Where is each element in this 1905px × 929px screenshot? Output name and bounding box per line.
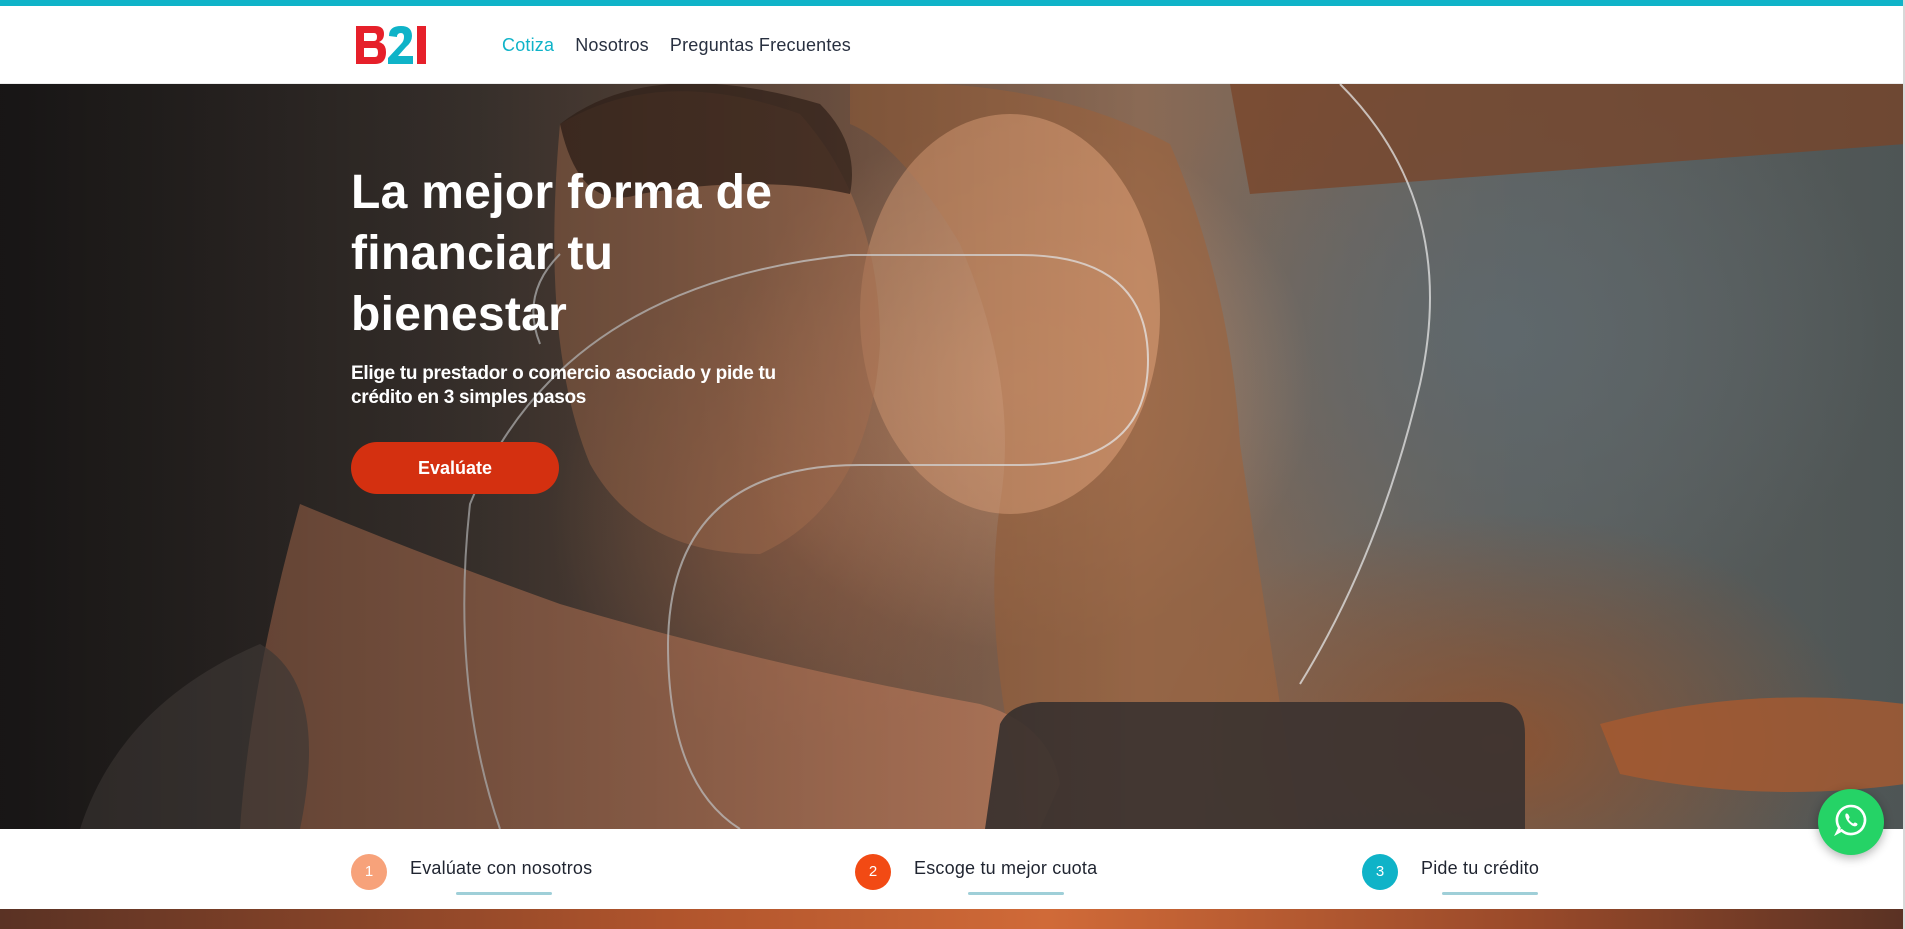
- nav-link-preguntas-frecuentes[interactable]: Preguntas Frecuentes: [670, 35, 851, 56]
- step-2-underline: [968, 892, 1064, 895]
- step-1-underline: [456, 892, 552, 895]
- b2i-logo[interactable]: [351, 20, 443, 70]
- page: Cotiza Nosotros Preguntas Frecuentes La …: [0, 0, 1905, 929]
- next-section-preview: [0, 909, 1905, 929]
- hero-section: La mejor forma de financiar tu bienestar…: [0, 84, 1905, 829]
- hero-overlay: [0, 84, 1905, 829]
- hero-title: La mejor forma de financiar tu bienestar: [351, 166, 773, 341]
- step-3-label: Pide tu crédito: [1421, 858, 1540, 878]
- step-2-number: 2: [855, 854, 891, 890]
- steps-bar: 1 Evalúate con nosotros 2 Escoge tu mejo…: [0, 829, 1905, 909]
- nav-link-nosotros[interactable]: Nosotros: [575, 35, 649, 56]
- step-3-underline: [1442, 892, 1538, 895]
- nav-link-cotiza[interactable]: Cotiza: [502, 35, 554, 56]
- step-2-label: Escoge tu mejor cuota: [914, 858, 1098, 878]
- whatsapp-icon: [1833, 802, 1869, 843]
- whatsapp-button[interactable]: [1818, 789, 1884, 855]
- header: Cotiza Nosotros Preguntas Frecuentes: [0, 6, 1905, 84]
- step-1-label: Evalúate con nosotros: [410, 858, 593, 878]
- step-3-number: 3: [1362, 854, 1398, 890]
- step-1-number: 1: [351, 854, 387, 890]
- main-nav: Cotiza Nosotros Preguntas Frecuentes: [502, 35, 851, 56]
- evaluate-button[interactable]: Evalúate: [351, 442, 559, 494]
- hero-subtitle: Elige tu prestador o comercio asociado y…: [351, 363, 776, 408]
